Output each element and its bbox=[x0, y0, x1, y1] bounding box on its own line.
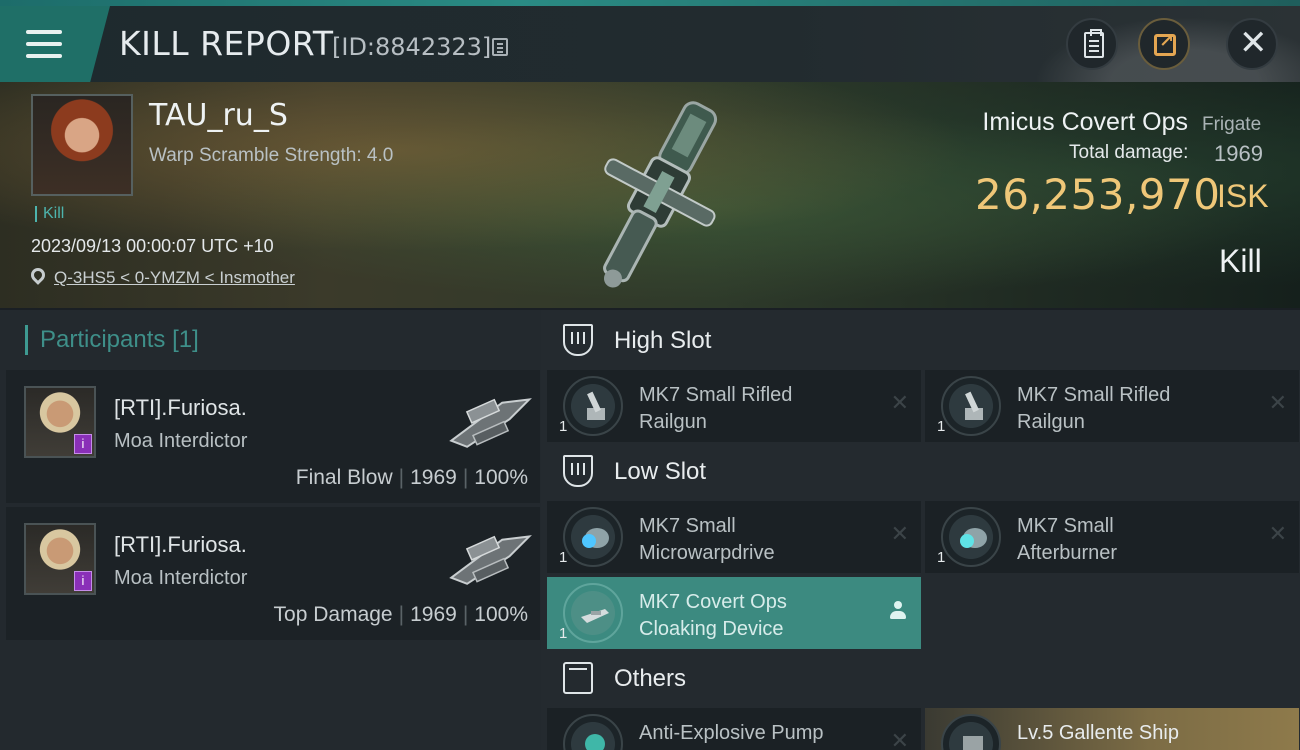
cargo-box-icon bbox=[563, 662, 593, 694]
participants-header: Participants [1] bbox=[25, 325, 199, 355]
railgun-icon bbox=[587, 391, 605, 420]
participant-row[interactable]: i [RTI].Furiosa. Moa Interdictor Final B… bbox=[6, 370, 540, 503]
high-slot-header: High Slot bbox=[547, 312, 1300, 370]
participants-title: Participants bbox=[40, 326, 166, 353]
total-damage-value: 1969 bbox=[1214, 141, 1263, 166]
participant-stats: Final Blow | 1969 | 100% bbox=[295, 466, 528, 489]
participant-percent: 100% bbox=[474, 466, 528, 489]
pump-icon bbox=[585, 734, 605, 750]
module-name: Lv.5 Gallente Ship bbox=[1017, 722, 1179, 744]
victim-pilot-name[interactable]: TAU_ru_S bbox=[149, 98, 288, 133]
participant-ship: Moa Interdictor bbox=[114, 430, 248, 452]
module-icon-frame bbox=[941, 714, 1001, 750]
microwarpdrive-icon bbox=[582, 528, 609, 548]
report-id: [ID:8842323] bbox=[332, 33, 492, 61]
module-card[interactable]: 1 MK7 Small Microwarpdrive ✕ bbox=[547, 501, 921, 573]
module-card[interactable]: Lv.5 Gallente Ship bbox=[925, 708, 1299, 750]
participant-row[interactable]: i [RTI].Furiosa. Moa Interdictor Top Dam… bbox=[6, 507, 540, 640]
participant-ship-image bbox=[449, 398, 532, 448]
module-card-dropped[interactable]: 1 MK7 Covert Ops Cloaking Device bbox=[547, 577, 921, 649]
module-name: Anti-Explosive Pump bbox=[639, 722, 824, 744]
destroyed-x-icon: ✕ bbox=[890, 521, 909, 546]
module-name: MK7 Small Afterburner bbox=[1017, 515, 1118, 564]
participant-role: Final Blow bbox=[295, 466, 393, 489]
victim-ship-name: Imicus Covert Ops bbox=[982, 108, 1188, 136]
isk-value: 26,253,970 bbox=[975, 170, 1221, 219]
destroyed-x-icon: ✕ bbox=[890, 390, 909, 415]
victim-ship-image bbox=[603, 101, 718, 288]
module-icon-frame bbox=[563, 714, 623, 750]
participant-name: [RTI].Furiosa. bbox=[114, 532, 247, 557]
cloaking-device-icon bbox=[581, 609, 609, 623]
module-quantity: 1 bbox=[559, 625, 568, 642]
module-card[interactable]: Anti-Explosive Pump ✕ bbox=[547, 708, 921, 750]
share-button[interactable] bbox=[1138, 18, 1190, 70]
module-name: MK7 Covert Ops Cloaking Device bbox=[639, 591, 787, 640]
module-icon-frame bbox=[563, 507, 623, 567]
low-slot-title: Low Slot bbox=[614, 458, 707, 485]
module-name: MK7 Small Rifled Railgun bbox=[639, 384, 793, 433]
module-icon-frame bbox=[941, 376, 1001, 436]
module-quantity: 1 bbox=[559, 549, 568, 566]
total-damage-label: Total damage: bbox=[1069, 142, 1189, 163]
interdictor-badge-icon: i bbox=[74, 434, 92, 454]
participant-damage: 1969 bbox=[410, 603, 457, 626]
afterburner-icon bbox=[960, 528, 987, 548]
participant-ship: Moa Interdictor bbox=[114, 567, 248, 589]
kill-tag: Kill bbox=[35, 206, 64, 222]
high-slot-icon bbox=[563, 324, 593, 356]
victim-avatar[interactable] bbox=[31, 94, 133, 196]
module-name: MK7 Small Microwarpdrive bbox=[639, 515, 775, 564]
warp-scramble-strength: Warp Scramble Strength: 4.0 bbox=[149, 145, 394, 166]
module-icon-frame bbox=[563, 583, 623, 643]
module-card[interactable]: 1 MK7 Small Afterburner ✕ bbox=[925, 501, 1299, 573]
others-title: Others bbox=[614, 665, 687, 692]
kill-location-link[interactable]: Q-3HS5 < 0-YMZM < Insmother bbox=[54, 268, 295, 288]
skill-chip-icon bbox=[963, 736, 983, 750]
participant-percent: 100% bbox=[474, 603, 528, 626]
participant-damage: 1969 bbox=[410, 466, 457, 489]
close-icon: ✕ bbox=[1239, 23, 1268, 63]
clipboard-button[interactable] bbox=[1066, 18, 1118, 70]
module-name: MK7 Small Rifled Railgun bbox=[1017, 384, 1171, 433]
isk-unit: ISK bbox=[1217, 178, 1269, 214]
module-icon-frame bbox=[563, 376, 623, 436]
kill-datetime: 2023/09/13 00:00:07 UTC +10 bbox=[31, 236, 274, 256]
copy-id-icon[interactable] bbox=[492, 38, 508, 56]
module-card[interactable]: 1 MK7 Small Rifled Railgun ✕ bbox=[547, 370, 921, 442]
destroyed-x-icon: ✕ bbox=[1268, 521, 1287, 546]
interdictor-badge-icon: i bbox=[74, 571, 92, 591]
low-slot-icon bbox=[563, 455, 593, 487]
share-icon bbox=[1154, 31, 1176, 56]
module-quantity: 1 bbox=[559, 418, 568, 435]
railgun-icon bbox=[965, 391, 983, 420]
high-slot-title: High Slot bbox=[614, 327, 712, 354]
participant-ship-image bbox=[449, 535, 532, 585]
participant-name: [RTI].Furiosa. bbox=[114, 395, 247, 420]
low-slot-header: Low Slot bbox=[547, 443, 1300, 501]
destroyed-x-icon: ✕ bbox=[890, 728, 909, 750]
module-card[interactable]: 1 MK7 Small Rifled Railgun ✕ bbox=[925, 370, 1299, 442]
destroyed-x-icon: ✕ bbox=[1268, 390, 1287, 415]
module-quantity: 1 bbox=[937, 549, 946, 566]
module-quantity: 1 bbox=[937, 418, 946, 435]
participants-count: [1] bbox=[172, 326, 199, 353]
hamburger-menu-icon bbox=[26, 30, 62, 58]
victim-ship-class: Frigate bbox=[1202, 114, 1262, 135]
participant-stats: Top Damage | 1969 | 100% bbox=[273, 603, 528, 626]
participant-role: Top Damage bbox=[273, 603, 393, 626]
page-title: KILL REPORT bbox=[119, 24, 334, 63]
dropped-user-icon bbox=[889, 601, 907, 621]
close-button[interactable]: ✕ bbox=[1226, 18, 1278, 70]
others-header: Others bbox=[547, 650, 1300, 708]
clipboard-icon bbox=[1084, 29, 1104, 58]
kill-result: Kill bbox=[1219, 243, 1262, 279]
module-icon-frame bbox=[941, 507, 1001, 567]
